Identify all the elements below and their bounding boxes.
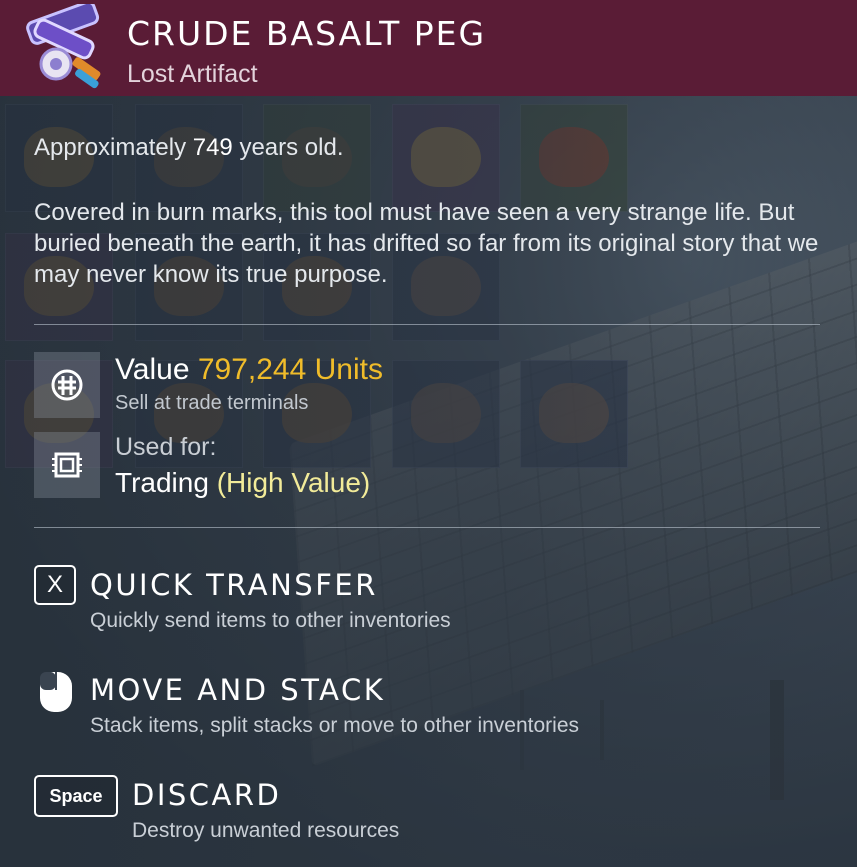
quick-transfer-subtitle: Quickly send items to other inventories	[90, 609, 451, 632]
age-value: 749	[192, 134, 233, 161]
age-suffix: years old.	[232, 134, 344, 161]
x-key-label: X	[46, 571, 63, 598]
discard-title[interactable]: DISCARD	[132, 778, 281, 812]
age-prefix: Approximately	[34, 134, 193, 161]
move-and-stack-title[interactable]: MOVE AND STACK	[90, 673, 385, 707]
used-for-highlight: (High Value)	[216, 467, 371, 498]
x-key-button[interactable]: X	[34, 565, 76, 605]
value-amount: 797,244 Units	[197, 353, 383, 386]
mouse-icon[interactable]	[34, 670, 78, 714]
divider	[34, 324, 820, 325]
value-text: Value	[115, 353, 198, 386]
units-icon	[34, 352, 100, 418]
value-label: Value 797,244 Units	[115, 353, 383, 387]
item-age: Approximately 749 years old.	[34, 132, 824, 163]
item-header: CRUDE BASALT PEG Lost Artifact	[0, 0, 857, 96]
space-key-button[interactable]: Space	[34, 775, 118, 817]
used-for-label: Used for:	[115, 433, 217, 461]
item-description: Covered in burn marks, this tool must ha…	[34, 199, 819, 288]
move-and-stack-subtitle: Stack items, split stacks or move to oth…	[90, 714, 580, 737]
quick-transfer-title[interactable]: QUICK TRANSFER	[90, 568, 378, 602]
trade-chip-icon	[34, 432, 100, 498]
discard-subtitle: Destroy unwanted resources	[132, 819, 400, 842]
divider	[34, 527, 820, 528]
space-key-label: Space	[49, 785, 103, 806]
value-subtitle: Sell at trade terminals	[115, 392, 309, 414]
artifact-icon	[14, 0, 110, 100]
used-for-text: Trading	[115, 467, 217, 498]
item-category: Lost Artifact	[127, 60, 258, 88]
used-for-value: Trading (High Value)	[115, 467, 370, 499]
item-name: CRUDE BASALT PEG	[127, 14, 487, 53]
